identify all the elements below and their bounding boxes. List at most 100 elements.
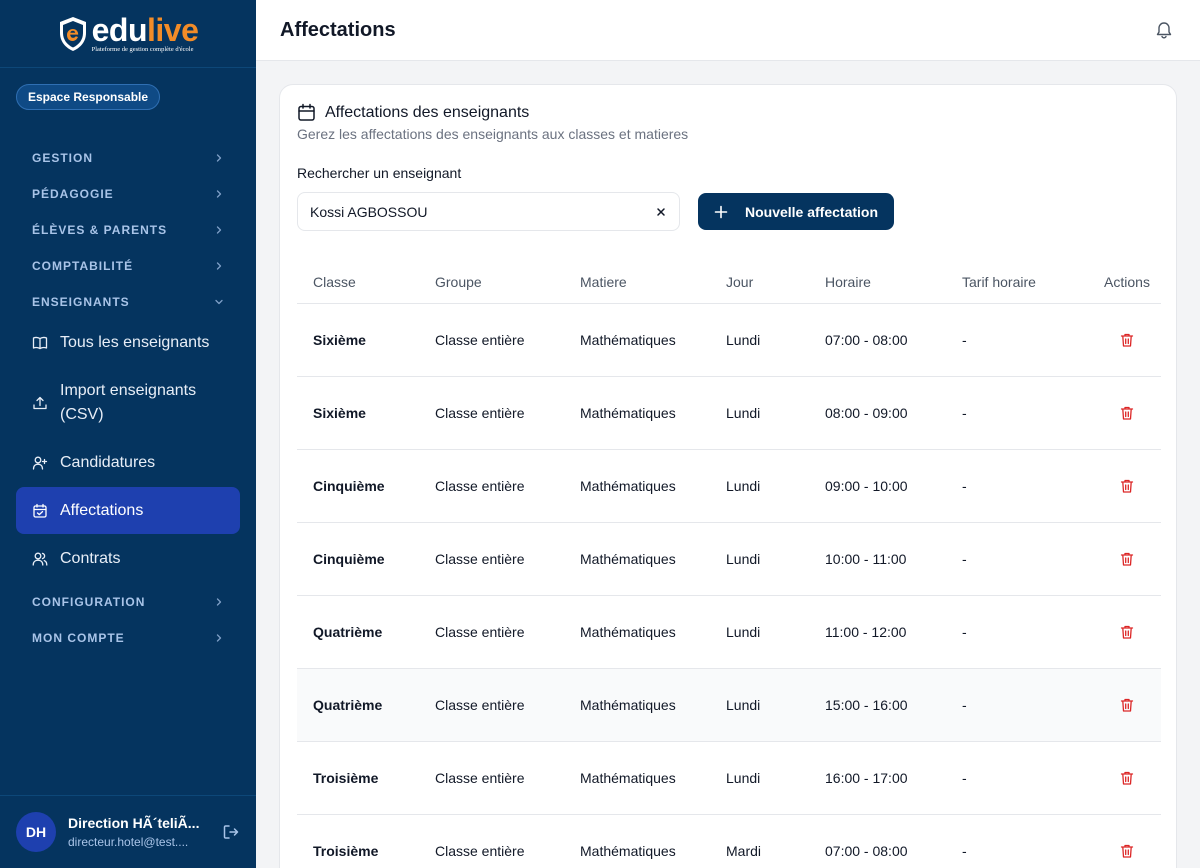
table-row: Troisième Classe entière Mathématiques L… bbox=[297, 742, 1161, 815]
cell-jour: Lundi bbox=[726, 624, 761, 640]
plus-icon bbox=[714, 205, 728, 218]
trash-icon[interactable] bbox=[1119, 478, 1135, 494]
col-header-jour: Jour bbox=[726, 274, 754, 290]
cell-groupe: Classe entière bbox=[435, 405, 525, 421]
user-info: Direction HÃ´teliÃ... directeur.hotel@te… bbox=[68, 815, 216, 849]
chevron-right-icon bbox=[216, 634, 222, 642]
cell-horaire: 10:00 - 11:00 bbox=[825, 551, 907, 567]
cell-jour: Mardi bbox=[726, 843, 762, 859]
new-affectation-button[interactable]: Nouvelle affectation bbox=[698, 193, 894, 230]
brand-logo[interactable]: edulive Plateforme de gestion complète d… bbox=[0, 0, 256, 68]
cell-classe: Sixième bbox=[313, 405, 366, 421]
cell-classe: Quatrième bbox=[313, 624, 383, 640]
user-name: Direction HÃ´teliÃ... bbox=[68, 815, 200, 831]
chevron-down-icon bbox=[215, 299, 223, 305]
chevron-right-icon bbox=[216, 226, 222, 234]
cell-tarif: - bbox=[962, 843, 967, 859]
calendar-icon bbox=[298, 103, 315, 121]
col-header-classe: Classe bbox=[313, 274, 356, 290]
nav-section-enseignants[interactable]: ENSEIGNANTS bbox=[16, 288, 240, 316]
trash-icon[interactable] bbox=[1119, 405, 1135, 421]
shield-logo-icon bbox=[59, 16, 86, 51]
cell-tarif: - bbox=[962, 478, 967, 494]
table-row: Sixième Classe entière Mathématiques Lun… bbox=[297, 304, 1161, 377]
cell-matiere: Mathématiques bbox=[580, 551, 676, 567]
close-icon[interactable] bbox=[655, 206, 667, 218]
cell-groupe: Classe entière bbox=[435, 551, 525, 567]
page-title: Affectations bbox=[280, 18, 396, 41]
cell-classe: Cinquième bbox=[313, 478, 385, 494]
cell-classe: Cinquième bbox=[313, 551, 385, 567]
sidebar-item-label: Affectations bbox=[60, 501, 144, 519]
book-open-icon bbox=[32, 336, 48, 350]
chevron-right-icon bbox=[216, 190, 222, 198]
upload-icon bbox=[33, 396, 47, 410]
cell-horaire: 08:00 - 09:00 bbox=[825, 405, 908, 421]
cell-classe: Quatrième bbox=[313, 697, 383, 713]
affectations-card: Affectations des enseignants Gerez les a… bbox=[279, 84, 1177, 868]
new-affectation-label: Nouvelle affectation bbox=[744, 203, 879, 220]
nav-section-comptabilite[interactable]: COMPTABILITÉ bbox=[16, 252, 240, 280]
cell-classe: Troisième bbox=[313, 770, 379, 786]
nav-section-eleves-parents[interactable]: ÉLÈVES & PARENTS bbox=[16, 216, 240, 244]
table-header: Classe Groupe Matiere Jour Horaire Tarif… bbox=[297, 261, 1161, 304]
sidebar-item-label: Import enseignants bbox=[60, 382, 197, 399]
sidebar-item-label: (CSV) bbox=[60, 406, 104, 423]
calendar-check-icon bbox=[33, 503, 47, 518]
cell-tarif: - bbox=[962, 332, 967, 348]
sidebar-item-candidatures[interactable]: Candidatures bbox=[16, 443, 240, 483]
chevron-right-icon bbox=[216, 154, 222, 162]
cell-horaire: 09:00 - 10:00 bbox=[825, 478, 908, 494]
brand-tagline: Plateforme de gestion complète d'école bbox=[91, 45, 194, 53]
cell-groupe: Classe entière bbox=[435, 332, 525, 348]
search-field bbox=[297, 192, 680, 231]
trash-icon[interactable] bbox=[1119, 697, 1135, 713]
cell-jour: Lundi bbox=[726, 405, 761, 421]
nav-section-configuration[interactable]: CONFIGURATION bbox=[16, 588, 240, 616]
nav-section-gestion[interactable]: GESTION bbox=[16, 144, 240, 172]
trash-icon[interactable] bbox=[1119, 332, 1135, 348]
sidebar-item-contrats[interactable]: Contrats bbox=[16, 539, 240, 579]
space-badge[interactable]: Espace Responsable bbox=[16, 84, 161, 110]
logout-icon[interactable] bbox=[222, 823, 240, 841]
cell-actions bbox=[1093, 624, 1161, 640]
cell-matiere: Mathématiques bbox=[580, 624, 676, 640]
trash-icon[interactable] bbox=[1119, 624, 1135, 640]
sidebar-item-affectations[interactable]: Affectations bbox=[16, 487, 240, 534]
cell-matiere: Mathématiques bbox=[580, 770, 676, 786]
trash-icon[interactable] bbox=[1119, 551, 1135, 567]
user-plus-icon bbox=[32, 456, 48, 470]
trash-icon[interactable] bbox=[1119, 843, 1135, 859]
trash-icon[interactable] bbox=[1119, 770, 1135, 786]
col-header-matiere: Matiere bbox=[580, 274, 627, 290]
sidebar-item-tous-les-enseignants[interactable]: Tous les enseignants bbox=[16, 323, 240, 363]
search-input[interactable] bbox=[310, 203, 655, 220]
cell-horaire: 11:00 - 12:00 bbox=[825, 624, 907, 640]
affectations-table: Classe Groupe Matiere Jour Horaire Tarif… bbox=[297, 261, 1161, 868]
cell-groupe: Classe entière bbox=[435, 770, 525, 786]
user-email: directeur.hotel@test.... bbox=[68, 835, 189, 849]
cell-matiere: Mathématiques bbox=[580, 405, 676, 421]
nav-section-label: ENSEIGNANTS bbox=[32, 295, 130, 309]
brand-word-edu: edu bbox=[91, 11, 148, 48]
table-row: Cinquième Classe entière Mathématiques L… bbox=[297, 450, 1161, 523]
cell-horaire: 07:00 - 08:00 bbox=[825, 843, 908, 859]
cell-tarif: - bbox=[962, 405, 967, 421]
cell-matiere: Mathématiques bbox=[580, 478, 676, 494]
nav-section-mon-compte[interactable]: MON COMPTE bbox=[16, 624, 240, 652]
bell-icon[interactable] bbox=[1154, 20, 1174, 40]
cell-groupe: Classe entière bbox=[435, 843, 525, 859]
chevron-right-icon bbox=[216, 598, 222, 606]
cell-actions bbox=[1093, 697, 1161, 713]
cell-tarif: - bbox=[962, 770, 967, 786]
col-header-horaire: Horaire bbox=[825, 274, 871, 290]
cell-actions bbox=[1093, 478, 1161, 494]
nav-section-label: COMPTABILITÉ bbox=[32, 259, 134, 273]
cell-matiere: Mathématiques bbox=[580, 332, 676, 348]
cell-horaire: 16:00 - 17:00 bbox=[825, 770, 908, 786]
search-label: Rechercher un enseignant bbox=[297, 165, 462, 181]
sidebar-item-import-enseignants[interactable]: Import enseignants (CSV) bbox=[16, 379, 240, 427]
avatar[interactable]: DH bbox=[16, 812, 56, 852]
nav-section-pedagogie[interactable]: PÉDAGOGIE bbox=[16, 180, 240, 208]
card-subtitle: Gerez les affectations des enseignants a… bbox=[297, 126, 689, 142]
